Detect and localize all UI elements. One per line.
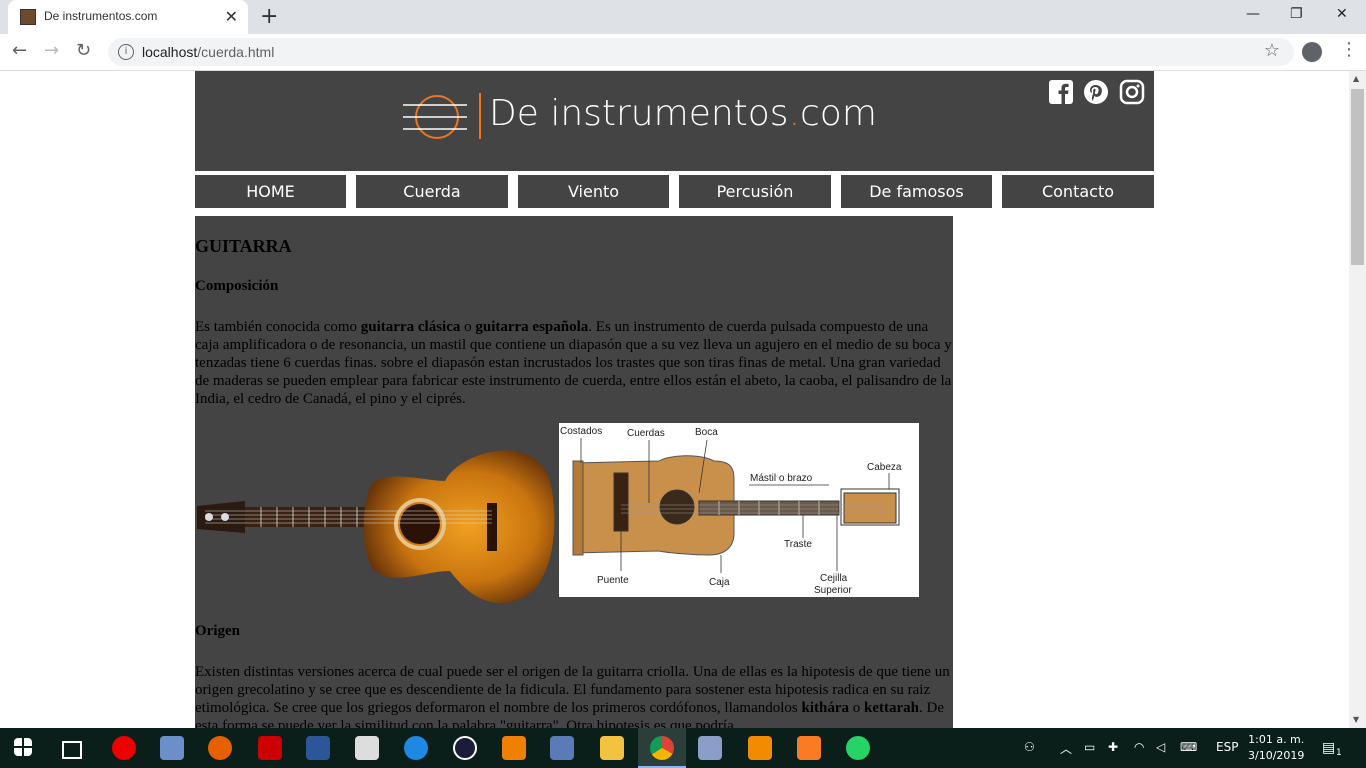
page-scrollbar[interactable]: ▲ ▼	[1349, 71, 1366, 728]
notification-center-icon[interactable]: ▤	[1322, 740, 1335, 756]
opera-icon[interactable]	[112, 736, 136, 760]
logo-divider	[479, 93, 481, 139]
composicion-heading: Composición	[195, 278, 279, 294]
mail-icon[interactable]	[355, 736, 379, 760]
diagram-label-superior: Superior	[814, 585, 852, 596]
scroll-thumb[interactable]	[1351, 89, 1364, 265]
page-title: GUITARRA	[195, 236, 292, 256]
diagram-label-mastil: Mástil o brazo	[750, 473, 813, 484]
bookmark-star-icon[interactable]: ☆	[1264, 40, 1280, 61]
keyboard-icon[interactable]: ⌨	[1180, 740, 1197, 754]
new-tab-button[interactable]: +	[260, 4, 278, 29]
clock-time: 1:01 a. m.	[1248, 733, 1305, 746]
diagram-label-traste: Traste	[784, 539, 812, 550]
address-bar[interactable]: i localhost/cuerda.html ☆	[108, 38, 1294, 66]
diagram-label-cabeza: Cabeza	[867, 462, 902, 473]
vlc-icon[interactable]	[502, 736, 526, 760]
diagram-label-cuerdas: Cuerdas	[627, 428, 665, 439]
whatsapp-icon[interactable]	[846, 736, 870, 760]
people-icon[interactable]: ⚇	[1024, 740, 1035, 754]
browser-toolbar: ← → ↻ i localhost/cuerda.html ☆ ⋮	[0, 34, 1366, 71]
media-player-icon[interactable]	[453, 736, 477, 760]
scroll-up-icon[interactable]: ▲	[1353, 74, 1359, 83]
tab-close-icon[interactable]: ✕	[225, 7, 238, 26]
nav-home[interactable]: HOME	[195, 175, 346, 208]
firefox-icon[interactable]	[208, 736, 232, 760]
site-favicon-icon	[20, 9, 36, 25]
minimize-button[interactable]: —	[1246, 6, 1260, 22]
back-icon[interactable]: ←	[12, 40, 27, 61]
file-explorer-icon[interactable]	[600, 736, 624, 760]
battery-icon[interactable]: ▭	[1084, 740, 1095, 754]
origen-paragraph: Existen distintas versiones acerca de cu…	[195, 664, 950, 728]
nav-contacto[interactable]: Contacto	[1002, 175, 1154, 208]
diagram-label-cejilla: Cejilla	[820, 573, 848, 584]
main-content: GUITARRA Composición Es también conocida…	[195, 216, 953, 728]
windows-taskbar: ⚇ ︿ ▭ ✚ ◠ ◁ ⌨ ESP 1:01 a. m. 3/10/2019 ▤…	[0, 728, 1366, 768]
site-logo[interactable]: De instrumentos.com	[489, 93, 877, 134]
nav-de-famosos[interactable]: De famosos	[841, 175, 992, 208]
pinterest-icon[interactable]	[1083, 79, 1109, 105]
clock-date: 3/10/2019	[1248, 749, 1305, 762]
wifi-icon[interactable]: ◠	[1134, 740, 1144, 754]
language-indicator[interactable]: ESP	[1216, 740, 1238, 754]
menu-icon[interactable]: ⋮	[1340, 39, 1358, 60]
logo-guitar-icon	[403, 95, 467, 139]
diagram-label-caja: Caja	[709, 577, 730, 588]
acrobat-icon[interactable]	[258, 736, 282, 760]
url-text[interactable]: localhost/cuerda.html	[142, 44, 274, 60]
diagram-label-boca: Boca	[695, 427, 718, 438]
chrome-icon[interactable]	[650, 736, 674, 760]
tray-chevron-icon[interactable]: ︿	[1060, 740, 1072, 757]
browser-tab[interactable]: De instrumentos.com ✕	[8, 0, 248, 34]
reload-icon[interactable]: ↻	[76, 40, 91, 61]
scroll-down-icon[interactable]: ▼	[1353, 715, 1359, 724]
nav-viento[interactable]: Viento	[518, 175, 669, 208]
word-icon[interactable]	[306, 736, 330, 760]
guitar-photo	[197, 450, 555, 603]
restore-button[interactable]: ❐	[1290, 6, 1303, 22]
site-header: De instrumentos.com	[195, 71, 1154, 171]
phpstorm-icon[interactable]	[698, 736, 722, 760]
guitar-parts-diagram: Costados Cuerdas Boca Mástil o brazo Cab…	[559, 423, 919, 597]
volume-icon[interactable]: ◁	[1156, 740, 1165, 754]
windows-start-icon[interactable]	[14, 738, 32, 756]
info-icon[interactable]: i	[118, 44, 134, 60]
profile-icon[interactable]	[1302, 42, 1322, 62]
taskbar-clock[interactable]: 1:01 a. m. 3/10/2019	[1248, 732, 1304, 764]
xampp-icon[interactable]	[797, 736, 821, 760]
task-view-icon[interactable]	[62, 741, 82, 759]
sublime-icon[interactable]	[748, 736, 772, 760]
origen-heading: Origen	[195, 623, 240, 639]
network-alert-icon[interactable]: ✚	[1108, 740, 1118, 754]
instagram-icon[interactable]	[1119, 79, 1145, 105]
close-window-button[interactable]: ✕	[1336, 6, 1348, 22]
nav-percusion[interactable]: Percusión	[679, 175, 831, 208]
tab-title: De instrumentos.com	[44, 9, 158, 23]
taskbar-active-app[interactable]	[638, 728, 686, 768]
diagram-label-costados: Costados	[560, 426, 602, 437]
facebook-icon[interactable]	[1048, 79, 1074, 105]
edge-icon[interactable]	[404, 736, 428, 760]
browser-tab-bar: De instrumentos.com ✕ + — ❐ ✕	[0, 0, 1366, 34]
notification-count: 1	[1336, 748, 1342, 758]
script-editor-icon[interactable]	[550, 736, 574, 760]
paint-icon[interactable]	[160, 736, 184, 760]
forward-icon[interactable]: →	[44, 40, 59, 61]
nav-cuerda[interactable]: Cuerda	[356, 175, 508, 208]
composicion-paragraph: Es también conocida como guitarra clásic…	[195, 319, 952, 407]
diagram-label-puente: Puente	[597, 575, 629, 586]
